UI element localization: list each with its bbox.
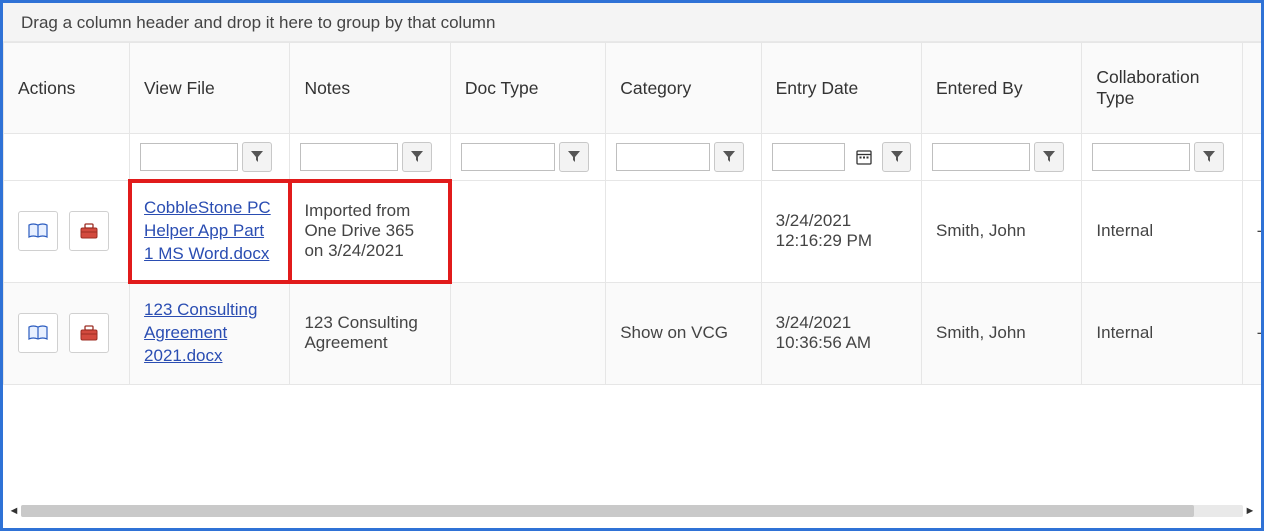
cell-actions bbox=[4, 181, 130, 283]
filter-cell-actions bbox=[4, 134, 130, 181]
filter-cell-doc-type bbox=[450, 134, 605, 181]
cell-collab-type: Internal bbox=[1082, 282, 1242, 384]
cell-entered-by: Smith, John bbox=[922, 282, 1082, 384]
filter-cell-collab-type bbox=[1082, 134, 1242, 181]
cell-extra: - bbox=[1242, 282, 1261, 384]
cell-view-file: 123 Consulting Agreement 2021.docx bbox=[130, 282, 290, 384]
cell-entered-by: Smith, John bbox=[922, 181, 1082, 283]
filter-cell-entry-date bbox=[761, 134, 921, 181]
cell-category bbox=[606, 181, 761, 283]
view-action-button[interactable] bbox=[18, 313, 58, 353]
scroll-track[interactable] bbox=[21, 505, 1243, 517]
cell-entry-date: 3/24/2021 10:36:56 AM bbox=[761, 282, 921, 384]
cell-doc-type bbox=[450, 181, 605, 283]
cell-extra: - bbox=[1242, 181, 1261, 283]
table-row: CobbleStone PC Helper App Part 1 MS Word… bbox=[4, 181, 1262, 283]
filter-input-entered-by[interactable] bbox=[932, 143, 1030, 171]
filter-input-category[interactable] bbox=[616, 143, 710, 171]
filter-icon[interactable] bbox=[1194, 142, 1224, 172]
app-frame: Drag a column header and drop it here to… bbox=[0, 0, 1264, 531]
delete-action-button[interactable] bbox=[69, 211, 109, 251]
cell-view-file: CobbleStone PC Helper App Part 1 MS Word… bbox=[130, 181, 290, 283]
documents-table: Actions View File Notes Doc Type Categor… bbox=[3, 42, 1261, 385]
grid-wrapper: Actions View File Notes Doc Type Categor… bbox=[3, 42, 1261, 507]
col-header-entry-date[interactable]: Entry Date bbox=[761, 43, 921, 134]
col-header-collab-type[interactable]: Collaboration Type bbox=[1082, 43, 1242, 134]
filter-icon[interactable] bbox=[1034, 142, 1064, 172]
group-by-drop-zone[interactable]: Drag a column header and drop it here to… bbox=[3, 3, 1261, 42]
cell-entry-date: 3/24/2021 12:16:29 PM bbox=[761, 181, 921, 283]
col-header-category[interactable]: Category bbox=[606, 43, 761, 134]
cell-notes: 123 Consulting Agreement bbox=[290, 282, 450, 384]
toolbox-icon bbox=[80, 325, 98, 341]
cell-category: Show on VCG bbox=[606, 282, 761, 384]
file-link[interactable]: 123 Consulting Agreement 2021.docx bbox=[144, 300, 257, 365]
filter-icon[interactable] bbox=[242, 142, 272, 172]
table-row: 123 Consulting Agreement 2021.docx 123 C… bbox=[4, 282, 1262, 384]
filter-icon[interactable] bbox=[714, 142, 744, 172]
book-icon bbox=[28, 325, 48, 341]
filter-icon[interactable] bbox=[559, 142, 589, 172]
horizontal-scrollbar[interactable]: ◄ ► bbox=[7, 502, 1257, 520]
cell-actions bbox=[4, 282, 130, 384]
filter-input-collab-type[interactable] bbox=[1092, 143, 1190, 171]
col-header-view-file[interactable]: View File bbox=[130, 43, 290, 134]
filter-cell-view-file bbox=[130, 134, 290, 181]
view-action-button[interactable] bbox=[18, 211, 58, 251]
scroll-thumb[interactable] bbox=[21, 505, 1194, 517]
col-header-entered-by[interactable]: Entered By bbox=[922, 43, 1082, 134]
filter-cell-extra bbox=[1242, 134, 1261, 181]
filter-icon[interactable] bbox=[882, 142, 911, 172]
cell-collab-type: Internal bbox=[1082, 181, 1242, 283]
scroll-left-icon[interactable]: ◄ bbox=[7, 504, 21, 518]
filter-cell-category bbox=[606, 134, 761, 181]
delete-action-button[interactable] bbox=[69, 313, 109, 353]
file-link[interactable]: CobbleStone PC Helper App Part 1 MS Word… bbox=[144, 198, 271, 263]
filter-input-doc-type[interactable] bbox=[461, 143, 555, 171]
cell-notes: Imported from One Drive 365 on 3/24/2021 bbox=[290, 181, 450, 283]
filter-cell-entered-by bbox=[922, 134, 1082, 181]
filter-cell-notes bbox=[290, 134, 450, 181]
calendar-icon[interactable] bbox=[849, 142, 878, 172]
filter-input-notes[interactable] bbox=[300, 143, 398, 171]
col-header-notes[interactable]: Notes bbox=[290, 43, 450, 134]
col-header-doc-type[interactable]: Doc Type bbox=[450, 43, 605, 134]
filter-input-view-file[interactable] bbox=[140, 143, 238, 171]
filter-input-entry-date[interactable] bbox=[772, 143, 846, 171]
cell-doc-type bbox=[450, 282, 605, 384]
toolbox-icon bbox=[80, 223, 98, 239]
filter-icon[interactable] bbox=[402, 142, 432, 172]
book-icon bbox=[28, 223, 48, 239]
scroll-right-icon[interactable]: ► bbox=[1243, 504, 1257, 518]
col-header-extra[interactable] bbox=[1242, 43, 1261, 134]
col-header-actions[interactable]: Actions bbox=[4, 43, 130, 134]
